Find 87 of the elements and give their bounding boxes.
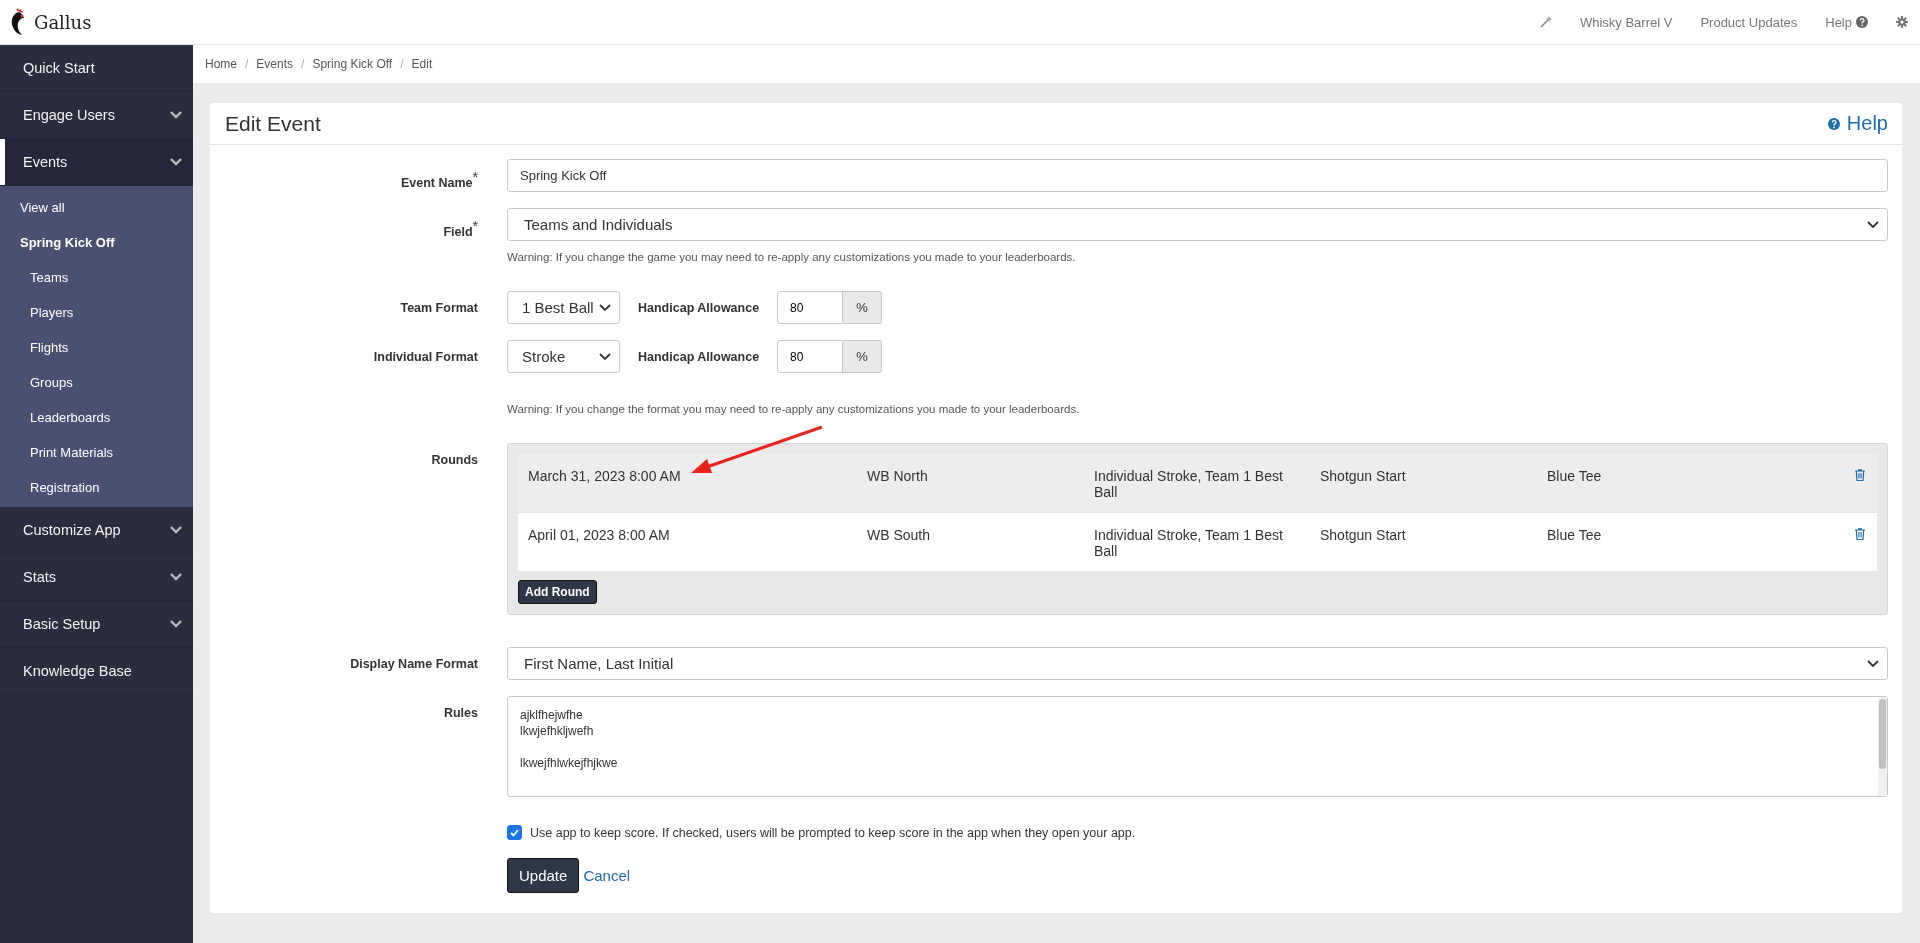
submenu-item[interactable]: Groups: [0, 365, 193, 400]
select-field[interactable]: First Name, Last Initial: [507, 647, 1888, 680]
chevron-down-icon: [169, 572, 183, 582]
round-row[interactable]: March 31, 2023 8:00 AM WB North Individual Stroke, Team 1 Best Ball Shotgun Start Blue Tee: [518, 454, 1877, 513]
table-cell-text: Blue Tee: [1547, 527, 1603, 545]
table-cell-text: Shotgun Start: [1320, 527, 1407, 545]
checkmark-icon: [510, 828, 519, 837]
submenu-item[interactable]: Leaderboards: [0, 400, 193, 435]
nav-link[interactable]: Whisky Barrel V: [1579, 14, 1673, 30]
question-circle-icon: [1827, 117, 1840, 130]
question-circle-icon: [1856, 16, 1868, 28]
field-label: Handicap Allowance: [638, 300, 760, 315]
sidebar-label: Customize App: [23, 522, 121, 538]
submenu-item[interactable]: Teams: [0, 260, 193, 295]
rules-field[interactable]: ajklfhejwfhe lkwjefhkljwefh lkwejfhlwkejfhjkwe: [507, 696, 1888, 797]
sidebar-label: Events: [23, 154, 68, 170]
breadcrumb-separator: /: [301, 57, 305, 71]
trash-icon[interactable]: [1855, 469, 1865, 481]
submenu-item[interactable]: Players: [0, 295, 193, 330]
chevron-down-icon: [599, 303, 611, 312]
chevron-down-icon: [169, 525, 183, 535]
field-label: Rounds: [431, 453, 478, 467]
field-label: Field: [443, 225, 473, 240]
table-cell-text: WB South: [867, 527, 932, 545]
checkbox[interactable]: [507, 825, 522, 840]
help-link[interactable]: Help: [1827, 112, 1888, 135]
breadcrumb-link[interactable]: Spring Kick Off: [312, 57, 393, 71]
sidebar-label: Engage Users: [23, 107, 115, 123]
table-cell-text: April 01, 2023 8:00 AM: [528, 527, 671, 545]
sidebar-label: Basic Setup: [23, 616, 101, 632]
text-field[interactable]: Spring Kick Off: [507, 159, 1888, 192]
nav-link[interactable]: Help: [1825, 14, 1852, 30]
submenu-item[interactable]: Flights: [0, 330, 193, 365]
field-label: Display Name Format: [350, 657, 478, 671]
number-field[interactable]: 80: [777, 291, 844, 324]
cancel-link[interactable]: Cancel: [583, 867, 631, 884]
sidebar-label: Quick Start: [23, 60, 95, 76]
unit-addon: %: [843, 291, 883, 324]
sidebar-label: Stats: [23, 569, 57, 585]
chevron-down-icon: [599, 352, 611, 361]
scrollbar[interactable]: [1878, 697, 1887, 796]
chevron-down-icon: [169, 619, 183, 629]
warning-text: Warning: If you change the game you may need to re-apply any customizations you made to your leaderboards.: [507, 251, 1077, 263]
breadcrumb-link[interactable]: Events: [256, 57, 294, 71]
field-label: Rules: [443, 706, 478, 720]
breadcrumb-link[interactable]: Home: [205, 57, 237, 71]
warning-text: Warning: If you change the format you may need to re-apply any customizations you made to your leaderboards.: [507, 403, 1081, 415]
breadcrumb-current: Edit: [411, 57, 433, 71]
card-title: Edit Event: [225, 111, 321, 136]
sidebar-item[interactable]: Events: [0, 139, 193, 186]
table-cell-text: Individual Stroke, Team 1 Best Ball: [1094, 527, 1284, 559]
field-label: Individual Format: [373, 350, 478, 364]
update-button[interactable]: Update: [507, 858, 580, 893]
submenu-item[interactable]: Spring Kick Off: [0, 225, 193, 260]
chevron-down-icon: [169, 157, 183, 167]
breadcrumb-separator: /: [400, 57, 404, 71]
select-field[interactable]: Stroke: [507, 340, 620, 373]
nav-link[interactable]: Product Updates: [1700, 14, 1798, 30]
table-cell-text: Individual Stroke, Team 1 Best Ball: [1094, 468, 1284, 500]
submenu-item[interactable]: Registration: [0, 470, 193, 505]
unit-addon: %: [843, 340, 883, 373]
chevron-down-icon: [169, 110, 183, 120]
chevron-down-icon: [1867, 220, 1879, 229]
settings-icon[interactable]: [1896, 16, 1908, 28]
chevron-down-icon: [1867, 659, 1879, 668]
table-cell-text: Blue Tee: [1547, 468, 1603, 486]
sidebar-label: Knowledge Base: [23, 663, 132, 679]
brand-name[interactable]: Gallus: [34, 11, 92, 33]
magic-wand-icon[interactable]: [1539, 16, 1552, 28]
required-mark: *: [472, 218, 478, 234]
trash-icon[interactable]: [1855, 528, 1865, 540]
table-cell-text: March 31, 2023 8:00 AM: [528, 468, 682, 486]
submenu-item[interactable]: Print Materials: [0, 435, 193, 470]
add-round-button[interactable]: Add Round: [518, 580, 597, 604]
checkbox-label: Use app to keep score. If checked, users will be prompted to keep score in the app when they open your app.: [530, 825, 1136, 840]
required-mark: *: [472, 169, 478, 185]
round-row[interactable]: April 01, 2023 8:00 AM WB South Individual Stroke, Team 1 Best Ball Shotgun Start Blue Tee: [518, 513, 1877, 572]
table-cell-text: Shotgun Start: [1320, 468, 1407, 486]
number-field[interactable]: 80: [777, 340, 844, 373]
table-cell-text: WB North: [867, 468, 929, 486]
select-field[interactable]: Teams and Individuals: [507, 208, 1888, 241]
breadcrumb-separator: /: [245, 57, 249, 71]
field-label: Event Name: [401, 176, 473, 191]
field-label: Handicap Allowance: [638, 349, 760, 364]
field-label: Team Format: [400, 301, 478, 315]
select-field[interactable]: 1 Best Ball: [507, 291, 620, 324]
submenu-item[interactable]: View all: [0, 190, 193, 225]
